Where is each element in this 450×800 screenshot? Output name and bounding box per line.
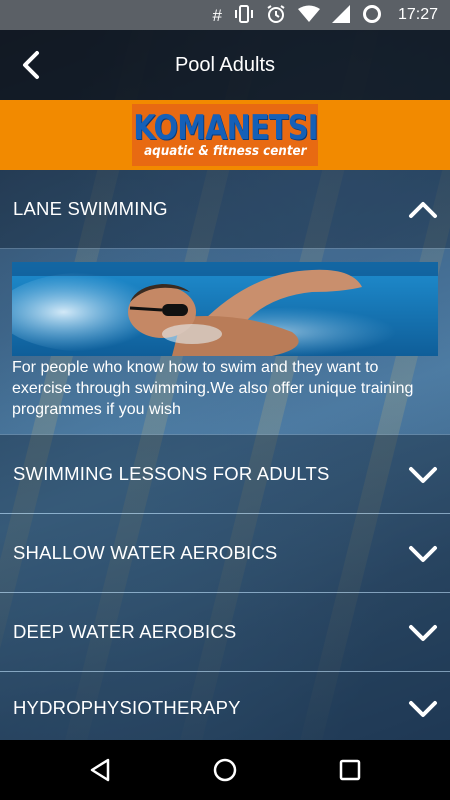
chevron-up-icon [409,202,437,218]
chevron-down-icon [409,546,437,562]
brand-tagline: aquatic & fitness center [143,144,307,159]
back-button[interactable] [14,48,48,82]
chevron-down-icon [409,625,437,641]
section-hydrophysiotherapy[interactable]: HYDROPHYSIOTHERAPY [0,672,450,744]
page-title: Pool Adults [174,53,276,76]
recents-square-icon [339,759,361,781]
section-title: LANE SWIMMING [13,198,168,219]
section-title: SWIMMING LESSONS FOR ADULTS [13,463,330,484]
chevron-down-icon [409,467,437,483]
section-content-lane-swimming: For people who know how to swim and they… [0,249,450,434]
battery-icon [362,4,382,27]
nav-back-button[interactable] [80,752,120,788]
status-bar: # 17:27 [0,0,450,30]
wifi-icon [297,5,320,26]
hash-icon: # [212,5,222,25]
section-lane-swimming[interactable]: LANE SWIMMING [0,170,450,248]
chevron-down-icon [409,701,437,717]
swimmer-image [12,262,438,356]
section-swimming-lessons-adults[interactable]: SWIMMING LESSONS FOR ADULTS [0,435,450,513]
brand-banner: KOMANETSI aquatic & fitness center [0,100,450,170]
nav-bar [0,740,450,800]
section-description: For people who know how to swim and they… [12,359,414,418]
nav-recents-button[interactable] [330,752,370,788]
alarm-icon [266,4,286,27]
section-title: SHALLOW WATER AEROBICS [13,542,278,563]
vibrate-icon [234,4,254,26]
back-triangle-icon [90,758,110,782]
app-bar: Pool Adults [0,30,450,100]
brand-logo: KOMANETSI aquatic & fitness center [132,104,318,166]
home-circle-icon [213,758,237,782]
chevron-left-icon [23,51,39,79]
section-shallow-water-aerobics[interactable]: SHALLOW WATER AEROBICS [0,514,450,592]
signal-icon [331,4,350,26]
nav-home-button[interactable] [205,752,245,788]
program-accordion: LANE SWIMMING For people who know how to… [0,170,450,744]
section-title: DEEP WATER AEROBICS [13,621,237,642]
section-deep-water-aerobics[interactable]: DEEP WATER AEROBICS [0,593,450,671]
section-title: HYDROPHYSIOTHERAPY [13,697,241,718]
status-time: 17:27 [397,6,438,23]
brand-name: KOMANETSI [132,108,318,148]
